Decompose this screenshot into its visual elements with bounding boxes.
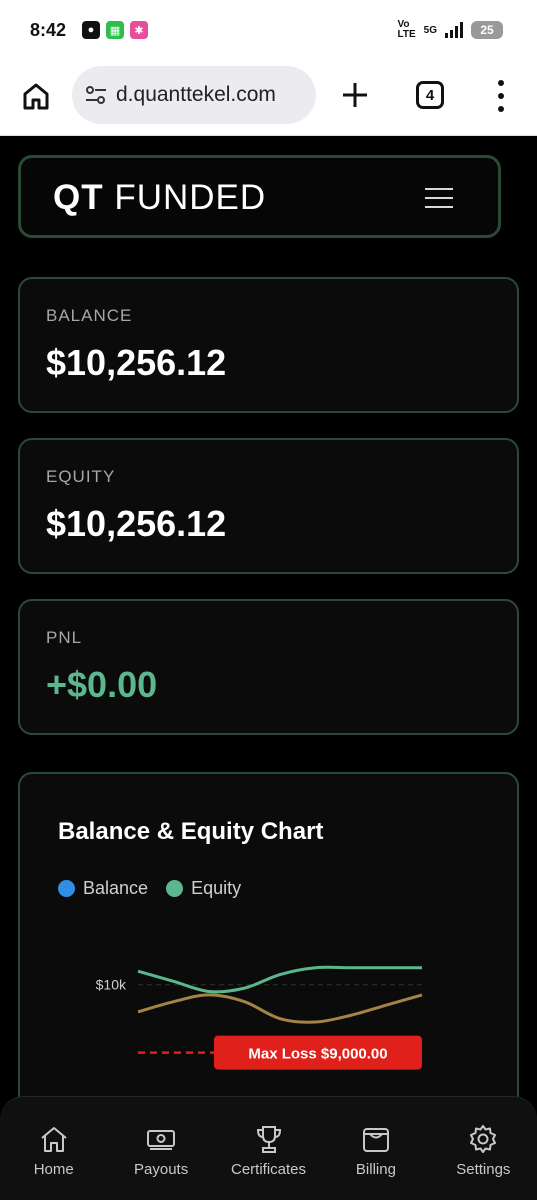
- url-text: d.quanttekel.com: [116, 83, 276, 106]
- equity-card: EQUITY $10,256.12: [18, 438, 519, 574]
- browser-toolbar: d.quanttekel.com 4: [0, 62, 537, 136]
- legend-equity-label: Equity: [191, 878, 242, 898]
- home-icon[interactable]: [20, 80, 52, 112]
- address-bar[interactable]: d.quanttekel.com: [72, 66, 316, 124]
- balance-card: BALANCE $10,256.12: [18, 277, 519, 413]
- calculator-icon: ▦: [106, 21, 124, 39]
- nav-payouts-label: Payouts: [134, 1161, 189, 1178]
- home-icon: [41, 1127, 67, 1152]
- series-line-balance: [137, 993, 423, 1024]
- hamburger-menu-icon[interactable]: [425, 188, 453, 208]
- browser-menu-icon[interactable]: [496, 80, 506, 112]
- balance-label: BALANCE: [46, 306, 133, 325]
- legend-balance-label: Balance: [83, 878, 149, 898]
- legend-balance[interactable]: Balance: [58, 878, 148, 899]
- battery-level: 25: [480, 23, 494, 37]
- payouts-icon: [147, 1130, 176, 1150]
- nav-billing[interactable]: Billing: [322, 1097, 429, 1200]
- nav-certificates[interactable]: Certificates: [215, 1097, 322, 1200]
- series-line-equity: [137, 965, 422, 994]
- status-system-icons: Vo LTE 5G 25: [397, 19, 503, 40]
- signal-icon: [445, 22, 463, 38]
- equity-value: $10,256.12: [46, 503, 227, 544]
- legend-equity-dot: [166, 880, 184, 897]
- tab-switcher-button[interactable]: 4: [416, 81, 444, 109]
- balance-value: $10,256.12: [46, 342, 227, 383]
- pnl-value: +$0.00: [46, 664, 158, 705]
- site-settings-icon[interactable]: [84, 83, 108, 107]
- site-header: QT FUNDED: [18, 155, 501, 238]
- status-time: 8:42: [30, 20, 67, 40]
- battery-icon: 25: [471, 21, 503, 39]
- logo-qt: QT: [53, 178, 104, 217]
- network-type: 5G: [423, 24, 437, 36]
- pnl-card: PNL +$0.00: [18, 599, 519, 735]
- tab-count: 4: [425, 86, 435, 104]
- chart-legend: Balance Equity: [58, 878, 241, 899]
- chart-title: Balance & Equity Chart: [58, 818, 324, 845]
- bottom-navigation: Home Payouts Certificates Billing Settin…: [0, 1096, 537, 1200]
- status-bar: 8:42 ● ▦ ✱ Vo LTE 5G 25: [0, 0, 537, 62]
- gear-icon: [470, 1125, 497, 1153]
- legend-balance-dot: [58, 880, 75, 897]
- discord-icon: ●: [82, 21, 100, 39]
- pnl-label: PNL: [46, 628, 83, 647]
- nav-settings-label: Settings: [456, 1161, 511, 1178]
- y-tick-label: $10k: [96, 977, 127, 993]
- volte-indicator: Vo LTE: [397, 19, 416, 40]
- wallet-icon: [362, 1128, 389, 1152]
- nav-billing-label: Billing: [355, 1161, 396, 1178]
- nav-certificates-label: Certificates: [231, 1161, 307, 1178]
- nav-home-label: Home: [33, 1161, 74, 1178]
- equity-label: EQUITY: [46, 467, 116, 486]
- nav-payouts[interactable]: Payouts: [107, 1097, 214, 1200]
- new-tab-icon[interactable]: [340, 80, 370, 110]
- logo-funded: FUNDED: [114, 178, 267, 217]
- trophy-icon: [256, 1126, 281, 1153]
- nav-settings[interactable]: Settings: [430, 1097, 537, 1200]
- status-app-icons: ● ▦ ✱: [82, 21, 148, 39]
- logo[interactable]: QT FUNDED: [53, 178, 266, 218]
- legend-equity[interactable]: Equity: [166, 878, 241, 899]
- chart-card: Balance & Equity Chart Balance Equity $1…: [18, 772, 519, 1132]
- nav-home[interactable]: Home: [0, 1097, 107, 1200]
- max-loss-label: Max Loss $9,000.00: [248, 1046, 387, 1063]
- photos-icon: ✱: [130, 21, 148, 39]
